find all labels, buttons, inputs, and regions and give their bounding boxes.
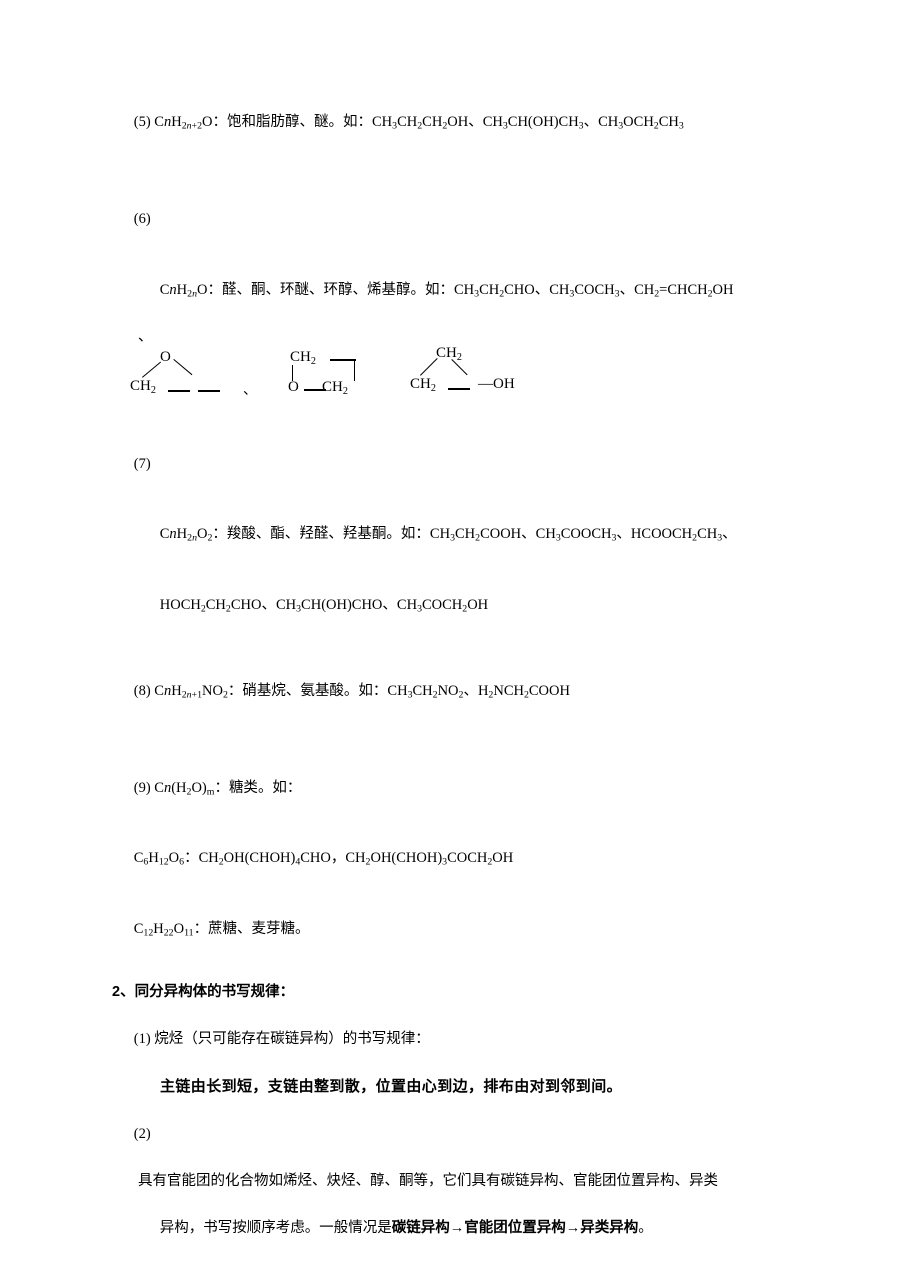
section-2-sub-2-marker: (2) (133, 1125, 151, 1142)
item-5-lead: 。如： (328, 114, 373, 131)
epoxide-bond-right (173, 359, 193, 376)
oxetane-bottom-right-atom: CH2 (322, 379, 348, 397)
oxetane-bond-left (292, 365, 294, 382)
page-content: (5) CnH2n+2O：饱和脂肪醇、醚。如：CH3CH2CH2OH、CH3CH… (112, 88, 812, 1274)
cyclopropanol-apex-atom: CH2 (436, 345, 462, 363)
cyclopropanol-hydroxyl-group: —OH (478, 376, 515, 393)
item-7-example-6: CH3COCH2OH (396, 596, 489, 615)
item-9-sub-line-1: C6H12O6：CH2OH(CHOH)4CHO，CH2OH(CHOH)3COCH… (133, 850, 514, 869)
section-2-heading: 2、同分异构体的书写规律： (112, 984, 295, 1001)
item-5-example-1: CH3CH2CH2OH (372, 114, 469, 133)
section-2-sub-1-marker: (1) (133, 1031, 151, 1048)
item-7-marker: (7) (133, 455, 151, 472)
section-2-sub-2-line-2: 异构，书写按顺序考虑。一般情况是碳链异构→官能团位置异构→异类异构。 (138, 1193, 812, 1263)
section-2-sub-2-marker-line: (2) (112, 1099, 812, 1169)
section-2-sub-2-line-1: 具有官能团的化合物如烯烃、炔烃、醇、酮等，它们具有碳链异构、官能团位置异构、异类 (138, 1172, 718, 1189)
item-8-line: (8) CnH2n+1NO2：硝基烷、氨基酸。如：CH3CH2NO2、H2NCH… (133, 683, 570, 701)
section-2-sub-1-line: (1) 烷烃（只可能存在碳链异构）的书写规律： (112, 1005, 812, 1075)
section-2-sub-1-text: 烷烃（只可能存在碳链异构）的书写规律： (154, 1031, 430, 1048)
item-7-example-2: CH3COOCH3 (535, 526, 617, 544)
item-5-classes: 饱和脂肪醇、醚 (227, 114, 329, 131)
item-8-example-1: CH3CH2NO2 (387, 683, 464, 701)
cyclopropanol-left-atom: CH2 (410, 376, 436, 394)
item-9-marker: (9) (133, 779, 151, 796)
item-5-classes-sep: ： (212, 114, 228, 131)
item-8-marker: (8) (133, 683, 151, 700)
section-2-sub-2-line-2-bold: 碳链异构→官能团位置异构→异类异构 (391, 1219, 639, 1236)
item-9-line: (9) Cn(H2O)m：糖类。如： (133, 779, 302, 798)
item-9-classes: 糖类 (228, 779, 258, 796)
item-7-example-4: HOCH2CH2CHO (159, 596, 262, 615)
cyclopropanol-bond-left (420, 358, 438, 377)
oxetane-bond-top (330, 359, 356, 361)
item-7-classes: 羧酸、酯、羟醛、羟基酮 (226, 526, 387, 543)
item-6-line: CnH2nO：醛、酮、环醚、环醇、烯基醇。如：CH3CH2CHO、CH3COCH… (159, 281, 734, 300)
item-6-example-1: CH3CH2CHO (453, 281, 535, 300)
item-8-classes: 硝基烷、氨基酸 (242, 683, 344, 700)
structure-separator-1: 、 (243, 383, 257, 399)
oxetane-bond-right (354, 359, 356, 382)
item-6-structures: O CH2 、 CH2 O CH2 CH2 CH2 —OH (130, 345, 812, 429)
item-6-marker-line: (6) (112, 185, 812, 255)
section-2-sub-1-rule: 主链由长到短，支链由整到散，位置由心到边，排布由对到邻到间。 (160, 1078, 623, 1096)
document-page: (5) CnH2n+2O：饱和脂肪醇、醚。如：CH3CH2CH2OH、CH3CH… (0, 0, 920, 1274)
item-6-classes: 醛、酮、环醚、环醇、烯基醇 (221, 281, 411, 298)
epoxide-left-atom: CH2 (130, 378, 156, 396)
item-5-line: (5) CnH2n+2O：饱和脂肪醇、醚。如：CH3CH2CH2OH、CH3CH… (133, 114, 684, 133)
item-9-disaccharides: 蔗糖、麦芽糖。 (208, 921, 310, 938)
item-7-marker-line: (7) (112, 429, 812, 499)
item-5-example-3: CH3OCH2CH3 (598, 114, 684, 133)
epoxide-bond-left (142, 361, 162, 379)
epoxide-bond-base-1 (168, 390, 190, 392)
cyclopropanol-bond-base (448, 388, 470, 390)
section-2-sub-2-line-2-a: 异构，书写按顺序考虑。一般情况是 (159, 1219, 392, 1236)
epoxide-bond-base-2 (198, 390, 220, 392)
item-6-example-2: CH3COCH3 (549, 281, 620, 300)
item-9-lead: 。如： (257, 779, 302, 796)
item-9-sub-line-2: C12H22O11：蔗糖、麦芽糖。 (133, 921, 310, 939)
item-8-lead: 。如： (343, 683, 388, 700)
oxetane-top-left-atom: CH2 (290, 349, 316, 367)
item-7-example-3: HCOOCH2CH3 (630, 526, 723, 544)
item-7-example-5: CH3CH(OH)CHO (275, 596, 383, 615)
oxetane-bond-bottom (304, 389, 326, 391)
item-8-example-2: H2NCH2COOH (477, 683, 570, 701)
item-9-fructose: CH2OH(CHOH)3COCH2OH (345, 850, 514, 869)
item-7-lead: 。如： (386, 526, 430, 543)
section-2-sub-3-line: (3) 芳香族化合物：二元取代物的取代基在苯环上的相对位置具有邻、间、对三种。 (112, 1264, 812, 1274)
item-7-line-2: HOCH2CH2CHO、CH3CH(OH)CHO、CH3COCH2OH (159, 596, 489, 615)
item-9-glucose: CH2OH(CHOH)4CHO (198, 850, 331, 869)
item-6-trailing-dot: 、 (138, 328, 153, 345)
item-6-lead: 。如： (410, 281, 454, 298)
epoxide-apex-atom: O (160, 349, 171, 366)
section-2-sub-2-line-2-b: 。 (638, 1219, 653, 1236)
item-6-example-3: CH2=CHCH2OH (634, 281, 734, 300)
item-5-marker: (5) (133, 114, 151, 131)
item-6-marker: (6) (133, 211, 151, 228)
oxetane-bottom-left-atom: O (288, 379, 299, 396)
item-5-example-2: CH3CH(OH)CH3 (482, 114, 584, 133)
item-7-line-1: CnH2nO2：羧酸、酯、羟醛、羟基酮。如：CH3CH2COOH、CH3COOC… (159, 526, 737, 544)
item-7-example-1: CH3CH2COOH (429, 526, 522, 544)
